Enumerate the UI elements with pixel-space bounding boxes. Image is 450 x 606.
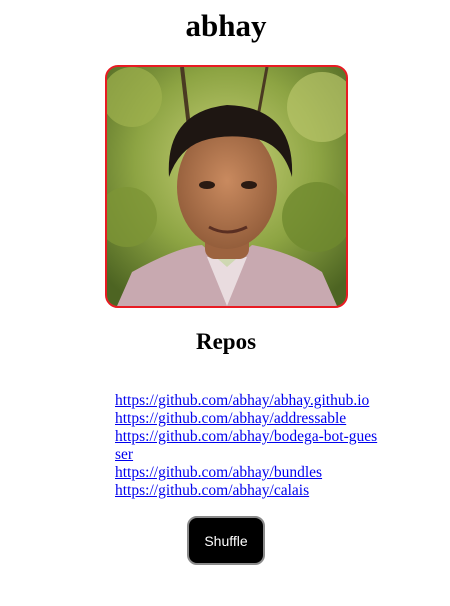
list-item: https://github.com/abhay/bodega-bot-gues…	[115, 428, 383, 464]
repo-link[interactable]: https://github.com/abhay/addressable	[115, 410, 346, 427]
list-item: https://github.com/abhay/abhay.github.io	[115, 392, 383, 410]
repo-link[interactable]: https://github.com/abhay/abhay.github.io	[115, 392, 369, 409]
repo-list: https://github.com/abhay/abhay.github.io…	[115, 392, 383, 500]
profile-page: abhay Repos https://github.com/abhay/abh…	[0, 0, 450, 606]
list-item: https://github.com/abhay/bundles	[115, 464, 383, 482]
repo-link[interactable]: https://github.com/abhay/bodega-bot-gues…	[115, 428, 377, 463]
avatar	[105, 65, 348, 308]
list-item: https://github.com/abhay/addressable	[115, 410, 383, 428]
list-item: https://github.com/abhay/calais	[115, 482, 383, 500]
repo-link[interactable]: https://github.com/abhay/bundles	[115, 464, 322, 481]
shuffle-button[interactable]: Shuffle	[187, 516, 265, 565]
username-title: abhay	[185, 8, 267, 43]
repos-heading: Repos	[195, 329, 257, 354]
avatar-photo-icon	[107, 67, 346, 306]
repo-link[interactable]: https://github.com/abhay/calais	[115, 482, 309, 499]
